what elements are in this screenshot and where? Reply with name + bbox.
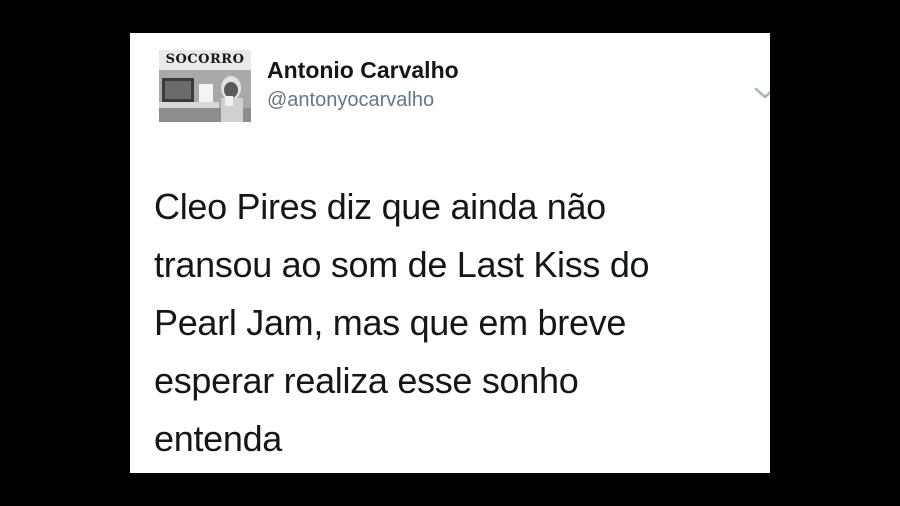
tweet-text: Cleo Pires diz que ainda não transou ao … [154, 186, 650, 459]
tweet-header: SOCORRO Antonio Carvalho @antonyocarvalh… [159, 50, 770, 130]
screen-background: SOCORRO Antonio Carvalho @antonyocarvalh… [0, 0, 900, 506]
avatar-caption: SOCORRO [159, 50, 251, 70]
tweet-card: SOCORRO Antonio Carvalho @antonyocarvalh… [130, 33, 770, 473]
author-names: Antonio Carvalho @antonyocarvalho [267, 56, 459, 112]
avatar[interactable]: SOCORRO [159, 50, 251, 122]
chevron-down-icon[interactable] [752, 84, 770, 102]
user-handle[interactable]: @antonyocarvalho [267, 88, 459, 112]
display-name[interactable]: Antonio Carvalho [267, 56, 459, 84]
